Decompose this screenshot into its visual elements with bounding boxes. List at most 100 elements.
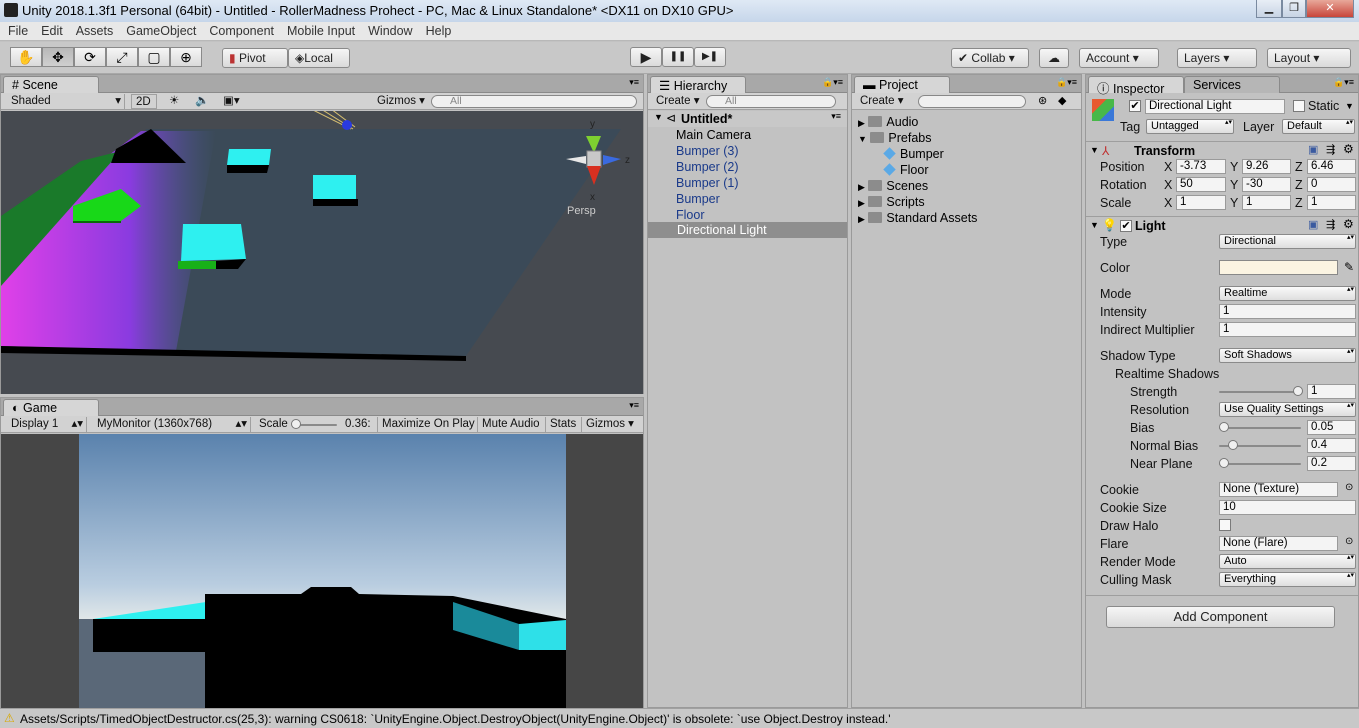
- position-y-field[interactable]: 9.26: [1242, 159, 1291, 174]
- cookie-field[interactable]: None (Texture): [1219, 482, 1338, 497]
- hierarchy-item-bumper-1[interactable]: Bumper (1): [676, 175, 739, 191]
- menu-gameobject[interactable]: GameObject: [118, 22, 201, 38]
- stats-toggle[interactable]: Stats: [545, 417, 579, 432]
- hierarchy-selected-row[interactable]: Directional Light: [648, 222, 847, 238]
- project-folder-scripts[interactable]: ▶ Scripts: [858, 194, 925, 210]
- light-expand-icon[interactable]: ▼: [1090, 220, 1099, 230]
- light-help-icon[interactable]: ▣: [1308, 218, 1318, 231]
- project-folder-standard-assets[interactable]: ▶ Standard Assets: [858, 210, 977, 226]
- scale-slider-knob[interactable]: [291, 419, 301, 429]
- static-dropdown-icon[interactable]: ▼: [1345, 101, 1354, 111]
- step-button[interactable]: ▶❚: [694, 47, 726, 67]
- menu-file[interactable]: File: [0, 22, 33, 38]
- menu-assets[interactable]: Assets: [68, 22, 119, 38]
- tab-scene[interactable]: # Scene: [3, 76, 99, 93]
- bias-field[interactable]: 0.05: [1307, 420, 1356, 435]
- layout-dropdown[interactable]: Layout ▾: [1267, 48, 1351, 68]
- draw-halo-checkbox[interactable]: [1219, 519, 1231, 531]
- near-plane-field[interactable]: 0.2: [1307, 456, 1356, 471]
- static-checkbox[interactable]: [1293, 100, 1305, 112]
- scene-root-row[interactable]: ▼ ⊲ Untitled* ▾≡: [648, 111, 847, 127]
- bias-slider[interactable]: [1219, 427, 1301, 429]
- cloud-button-icon[interactable]: ☁: [1039, 48, 1069, 68]
- near-plane-slider-knob[interactable]: [1219, 458, 1229, 468]
- normal-bias-slider-knob[interactable]: [1228, 440, 1238, 450]
- layer-dropdown[interactable]: Default: [1282, 119, 1355, 134]
- maximize-button[interactable]: ❐: [1282, 0, 1306, 18]
- position-x-field[interactable]: -3.73: [1176, 159, 1226, 174]
- strength-field[interactable]: 1: [1307, 384, 1356, 399]
- minimize-button[interactable]: ▁: [1256, 0, 1282, 18]
- tag-dropdown[interactable]: Untagged: [1146, 119, 1234, 134]
- culling-mask-dropdown[interactable]: Everything: [1219, 572, 1356, 587]
- 2d-toggle[interactable]: 2D: [131, 94, 157, 109]
- game-panel-menu-icon[interactable]: ▾≡: [629, 400, 639, 411]
- pivot-toggle[interactable]: ▮ Pivot: [222, 48, 288, 68]
- rotate-tool-icon[interactable]: ⟳: [74, 47, 106, 67]
- maximize-on-play-toggle[interactable]: Maximize On Play: [377, 417, 475, 432]
- transform-tool-icon[interactable]: ⊕: [170, 47, 202, 67]
- light-header[interactable]: ▼ 💡 ✔ Light ▣ ⇶ ⚙: [1086, 216, 1358, 234]
- cookie-size-field[interactable]: 10: [1219, 500, 1356, 515]
- layers-dropdown[interactable]: Layers ▾: [1177, 48, 1257, 68]
- strength-slider[interactable]: [1219, 391, 1301, 393]
- project-folder-scenes[interactable]: ▶ Scenes: [858, 178, 928, 194]
- active-checkbox[interactable]: ✔: [1129, 100, 1141, 112]
- render-mode-dropdown[interactable]: Auto: [1219, 554, 1356, 569]
- hierarchy-item-main-camera[interactable]: Main Camera: [676, 127, 751, 143]
- scene-search-input[interactable]: All: [431, 95, 637, 108]
- shadow-type-dropdown[interactable]: Soft Shadows: [1219, 348, 1356, 363]
- menu-mobile-input[interactable]: Mobile Input: [279, 22, 360, 38]
- shading-dropdown[interactable]: Shaded ▾: [7, 94, 125, 109]
- eyedropper-icon[interactable]: ✎: [1344, 260, 1354, 274]
- tab-game[interactable]: ◐ Game: [3, 399, 99, 416]
- light-type-dropdown[interactable]: Directional: [1219, 234, 1356, 249]
- project-lock-icon[interactable]: 🔒▾≡: [1056, 77, 1077, 88]
- collab-dropdown[interactable]: ✔ Collab ▾: [951, 48, 1029, 68]
- game-gizmos-dropdown[interactable]: Gizmos ▾: [581, 417, 639, 432]
- panel-menu-icon[interactable]: ▾≡: [629, 77, 639, 88]
- hierarchy-item-bumper[interactable]: Bumper: [676, 191, 720, 207]
- object-picker-icon[interactable]: ⊙: [1345, 536, 1353, 547]
- indirect-multiplier-field[interactable]: 1: [1219, 322, 1356, 337]
- rotation-z-field[interactable]: 0: [1307, 177, 1356, 192]
- hierarchy-lock-icon[interactable]: 🔒▾≡: [822, 77, 843, 88]
- scale-tool-icon[interactable]: ⤢: [106, 47, 138, 67]
- light-enabled-checkbox[interactable]: ✔: [1120, 220, 1132, 232]
- game-viewport[interactable]: [1, 434, 643, 708]
- project-search-input[interactable]: [918, 95, 1026, 108]
- lighting-toggle-icon[interactable]: ☀: [165, 94, 187, 109]
- filter-label-icon[interactable]: ◆: [1058, 94, 1066, 107]
- menu-component[interactable]: Component: [201, 22, 279, 38]
- light-preset-icon[interactable]: ⇶: [1326, 218, 1335, 231]
- hierarchy-item-floor[interactable]: Floor: [676, 207, 704, 223]
- object-picker-icon[interactable]: ⊙: [1345, 482, 1353, 493]
- strength-slider-knob[interactable]: [1293, 386, 1303, 396]
- hierarchy-item-bumper-2[interactable]: Bumper (2): [676, 159, 739, 175]
- tab-inspector[interactable]: ⓘ Inspector: [1088, 76, 1184, 96]
- mode-dropdown[interactable]: Realtime: [1219, 286, 1356, 301]
- scene-viewport[interactable]: y z x Persp: [1, 111, 643, 394]
- tab-project[interactable]: ▬ Project: [854, 76, 950, 93]
- effects-dropdown-icon[interactable]: ▣▾: [219, 94, 249, 109]
- rotation-x-field[interactable]: 50: [1176, 177, 1226, 192]
- status-bar[interactable]: ⚠ Assets/Scripts/TimedObjectDestructor.c…: [0, 708, 1359, 728]
- local-toggle[interactable]: ◈Local: [288, 48, 350, 68]
- inspector-lock-icon[interactable]: 🔒▾≡: [1333, 77, 1354, 88]
- resolution-dropdown[interactable]: MyMonitor (1360x768) ▴▾: [93, 417, 251, 432]
- audio-toggle-icon[interactable]: 🔈: [191, 94, 213, 109]
- flare-field[interactable]: None (Flare): [1219, 536, 1338, 551]
- position-z-field[interactable]: 6.46: [1307, 159, 1356, 174]
- project-prefab-bumper[interactable]: Bumper: [883, 146, 944, 162]
- scene-menu-icon[interactable]: ▾≡: [831, 111, 841, 122]
- light-gear-icon[interactable]: ⚙: [1343, 217, 1354, 231]
- intensity-field[interactable]: 1: [1219, 304, 1356, 319]
- transform-expand-icon[interactable]: ▼: [1090, 145, 1099, 155]
- account-dropdown[interactable]: Account ▾: [1079, 48, 1159, 68]
- filter-type-icon[interactable]: ⊛: [1038, 94, 1047, 107]
- hierarchy-search-input[interactable]: All: [706, 95, 836, 108]
- normal-bias-field[interactable]: 0.4: [1307, 438, 1356, 453]
- hand-tool-icon[interactable]: ✋: [10, 47, 42, 67]
- project-prefab-floor[interactable]: Floor: [883, 162, 928, 178]
- menu-help[interactable]: Help: [418, 22, 457, 38]
